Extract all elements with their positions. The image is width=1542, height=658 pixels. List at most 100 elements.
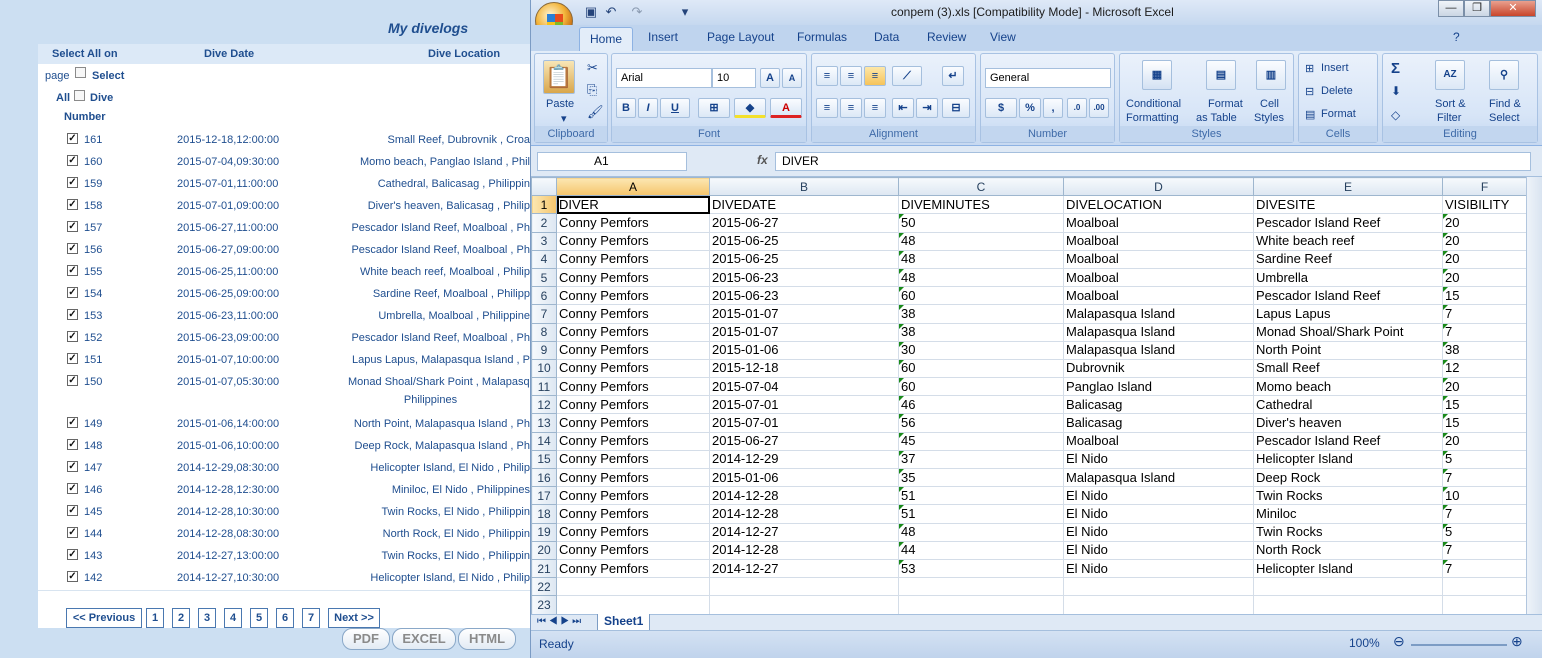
cell[interactable]: Conny Pemfors (556, 322, 710, 342)
row-header[interactable]: 21 (531, 558, 557, 579)
cell[interactable]: 38 (898, 322, 1064, 342)
cell[interactable]: 2015-06-25 (709, 231, 899, 251)
grow-font-icon[interactable]: A (760, 68, 780, 88)
dive-location-link[interactable]: Pescador Island Reef, Moalboal , Ph (348, 244, 530, 256)
dive-location-link[interactable]: Momo beach, Panglao Island , Phil (348, 156, 530, 168)
cell[interactable]: 2015-01-06 (709, 340, 899, 360)
cell[interactable]: 7 (1442, 558, 1526, 579)
cell[interactable]: Conny Pemfors (556, 231, 710, 251)
row-header[interactable]: 4 (531, 249, 557, 269)
cell[interactable]: Twin Rocks (1253, 522, 1443, 542)
row-checkbox[interactable]: ✓ (67, 527, 78, 538)
cell[interactable]: Conny Pemfors (556, 358, 710, 379)
column-header[interactable]: C (898, 177, 1064, 197)
cell[interactable]: Conny Pemfors (556, 431, 710, 451)
sort-filter-icon[interactable]: AZ (1435, 60, 1465, 90)
cell[interactable]: 51 (898, 486, 1064, 506)
cell[interactable]: 2014-12-27 (709, 558, 899, 579)
sheet-tab[interactable]: Sheet1 (597, 614, 651, 631)
row-checkbox[interactable]: ✓ (67, 505, 78, 516)
cell[interactable] (1442, 595, 1526, 614)
cell[interactable]: 48 (898, 522, 1064, 542)
align-left-icon[interactable]: ≡ (816, 98, 838, 118)
dive-number-link[interactable]: 144 (84, 528, 102, 540)
cell[interactable] (1253, 577, 1443, 597)
align-center-icon[interactable]: ≡ (840, 98, 862, 118)
row-header[interactable]: 10 (531, 358, 557, 379)
row-header[interactable]: 22 (531, 577, 557, 597)
cell[interactable]: DIVESITE (1253, 195, 1443, 215)
dive-number-link[interactable]: 149 (84, 418, 102, 430)
dive-location-link[interactable]: Pescador Island Reef, Moalboal , Ph (348, 332, 530, 344)
cell[interactable]: 2015-01-07 (709, 322, 899, 342)
paste-icon[interactable]: 📋 (543, 60, 575, 94)
row-checkbox[interactable]: ✓ (67, 133, 78, 144)
row-checkbox[interactable]: ✓ (67, 417, 78, 428)
cell[interactable]: 15 (1442, 395, 1526, 415)
export-pdf-button[interactable]: PDF (342, 628, 390, 650)
undo-icon[interactable]: ↶ (603, 4, 619, 20)
row-header[interactable]: 15 (531, 449, 557, 470)
row-header[interactable]: 8 (531, 322, 557, 342)
row-header[interactable]: 13 (531, 413, 557, 433)
cell[interactable]: 60 (898, 377, 1064, 397)
cell[interactable]: Twin Rocks (1253, 486, 1443, 506)
cell[interactable]: Helicopter Island (1253, 449, 1443, 470)
cell[interactable]: 7 (1442, 467, 1526, 488)
cell[interactable]: 20 (1442, 231, 1526, 251)
tab-home[interactable]: Home (579, 27, 634, 51)
worksheet-grid[interactable]: A B C D E F 1 DIVER DIVEDATE DIVEMINUTES DIVELOCAT… (531, 177, 1526, 614)
dive-location-link[interactable]: Diver's heaven, Balicasag , Philip (348, 200, 530, 212)
row-header[interactable]: 16 (531, 467, 557, 488)
row-checkbox[interactable]: ✓ (67, 287, 78, 298)
dive-location-link-cont[interactable]: Philippines (348, 394, 513, 406)
cell[interactable]: Moalboal (1063, 231, 1254, 251)
dive-number-link[interactable]: 142 (84, 572, 102, 584)
dive-location-link[interactable]: North Point, Malapasqua Island , Ph (348, 418, 530, 430)
vertical-scrollbar[interactable] (1526, 177, 1542, 614)
cell[interactable]: Miniloc (1253, 504, 1443, 524)
page-button[interactable]: 3 (198, 608, 216, 628)
cell[interactable]: Deep Rock (1253, 467, 1443, 488)
find-label[interactable]: Find & (1489, 98, 1521, 110)
cell[interactable]: Balicasag (1063, 395, 1254, 415)
zoom-out-icon[interactable]: ⊖ (1393, 633, 1405, 650)
conditional-formatting-icon[interactable]: ▦ (1142, 60, 1172, 90)
cell[interactable]: 35 (898, 467, 1064, 488)
row-checkbox[interactable]: ✓ (67, 461, 78, 472)
dive-number-link[interactable]: 146 (84, 484, 102, 496)
format-as-table-icon[interactable]: ▤ (1206, 60, 1236, 90)
copy-icon[interactable]: ⎘ (587, 82, 597, 98)
format-label[interactable]: Format (1208, 98, 1243, 110)
dive-location-link[interactable]: Sardine Reef, Moalboal , Philipp (348, 288, 530, 300)
font-name-select[interactable]: Arial (616, 68, 712, 88)
cell[interactable]: Umbrella (1253, 267, 1443, 288)
cell[interactable]: 60 (898, 286, 1064, 306)
cell[interactable]: Conny Pemfors (556, 449, 710, 470)
cell[interactable]: DIVER (556, 195, 710, 215)
cell[interactable]: El Nido (1063, 540, 1254, 560)
cell[interactable]: Conny Pemfors (556, 249, 710, 269)
cell[interactable]: 46 (898, 395, 1064, 415)
align-middle-icon[interactable]: ≡ (840, 66, 862, 86)
dive-location-link[interactable]: Helicopter Island, El Nido , Philip (348, 462, 530, 474)
cell[interactable]: 2015-06-25 (709, 249, 899, 269)
cell[interactable] (1063, 595, 1254, 614)
cell[interactable]: 44 (898, 540, 1064, 560)
accounting-format-icon[interactable]: $ (985, 98, 1017, 118)
cell[interactable]: 2015-06-27 (709, 213, 899, 233)
cell[interactable] (1063, 577, 1254, 597)
cell[interactable]: Malapasqua Island (1063, 304, 1254, 324)
cell[interactable]: Lapus Lapus (1253, 304, 1443, 324)
conditional-label[interactable]: Conditional (1126, 98, 1181, 110)
row-checkbox[interactable]: ✓ (67, 177, 78, 188)
cell[interactable]: 20 (1442, 431, 1526, 451)
cell[interactable]: Malapasqua Island (1063, 467, 1254, 488)
cell[interactable]: 53 (898, 558, 1064, 579)
dive-number-link[interactable]: 153 (84, 310, 102, 322)
delete-cells-icon[interactable]: ⊟ (1305, 85, 1314, 98)
cell[interactable]: 7 (1442, 540, 1526, 560)
cell[interactable]: DIVELOCATION (1063, 195, 1254, 215)
cut-icon[interactable]: ✂ (587, 60, 598, 76)
format-cells-icon[interactable]: ▤ (1305, 108, 1315, 121)
